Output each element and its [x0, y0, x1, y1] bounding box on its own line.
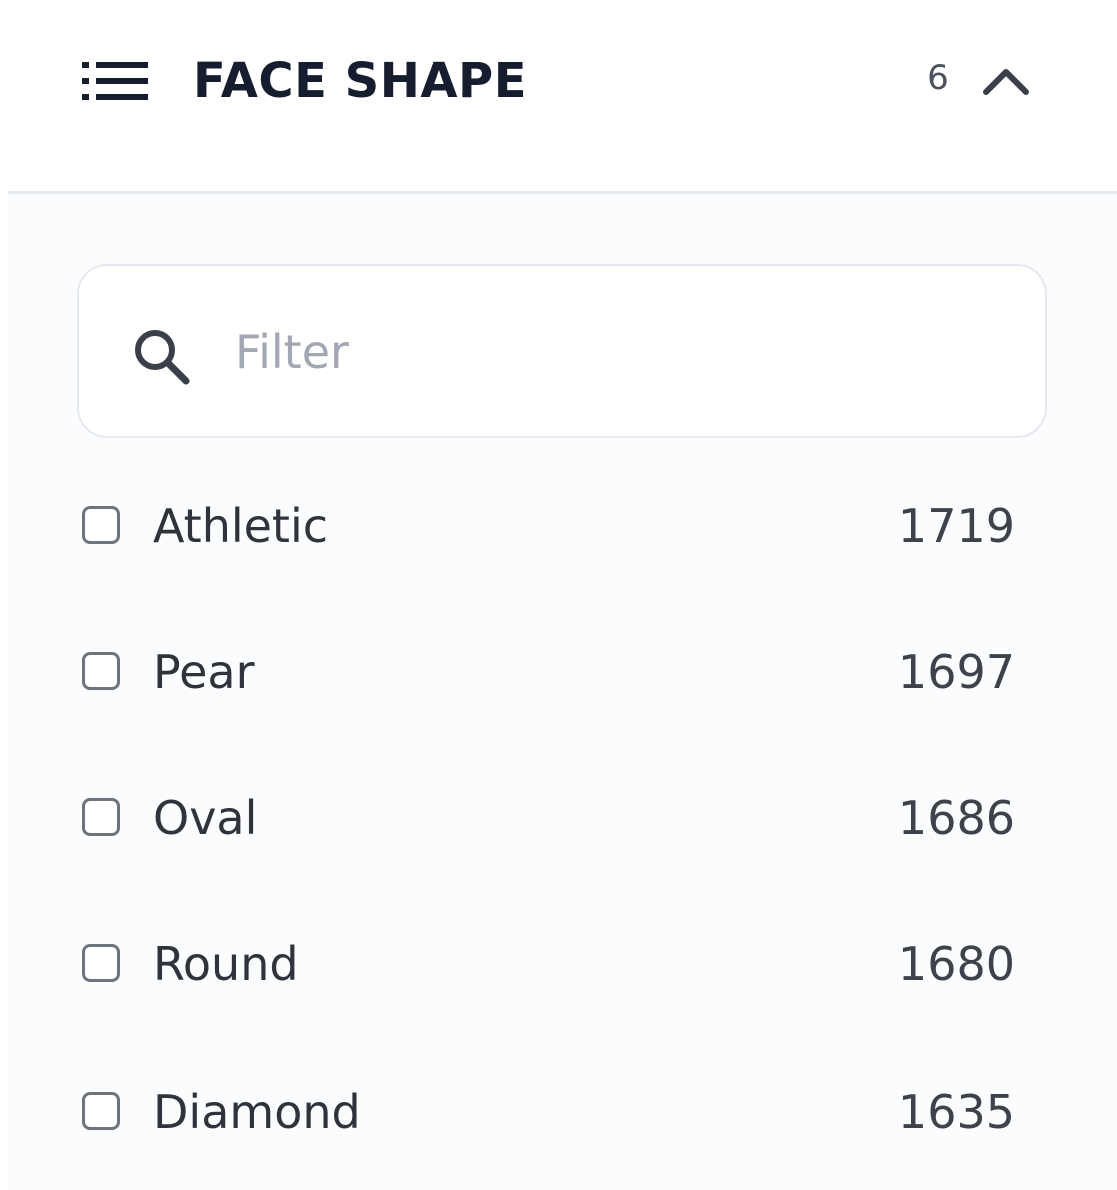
option-checkbox[interactable]: [82, 798, 120, 836]
option-checkbox[interactable]: [82, 944, 120, 982]
option-row[interactable]: Pear 1697: [80, 632, 1015, 712]
filter-input[interactable]: [235, 318, 995, 386]
option-label: Diamond: [153, 1085, 361, 1139]
option-checkbox[interactable]: [82, 506, 120, 544]
filter-field[interactable]: [77, 264, 1047, 438]
option-count: 1680: [897, 937, 1015, 991]
option-count: 1686: [897, 791, 1015, 845]
option-label: Oval: [153, 791, 258, 845]
search-icon: [135, 330, 190, 385]
chevron-up-icon[interactable]: [980, 62, 1032, 98]
option-row[interactable]: Diamond 1635: [80, 1072, 1015, 1152]
option-label: Pear: [153, 645, 255, 699]
option-checkbox[interactable]: [82, 652, 120, 690]
option-row[interactable]: Athletic 1719: [80, 486, 1015, 566]
facet-header[interactable]: FACE SHAPE 6: [0, 0, 1117, 190]
facet-title: FACE SHAPE: [193, 53, 528, 109]
option-label: Round: [153, 937, 299, 991]
option-count: 1719: [897, 499, 1015, 553]
option-count: 1697: [897, 645, 1015, 699]
option-row[interactable]: Oval 1686: [80, 778, 1015, 858]
option-count: 1635: [897, 1085, 1015, 1139]
option-checkbox[interactable]: [82, 1092, 120, 1130]
option-label: Athletic: [153, 499, 329, 553]
list-icon: [82, 62, 148, 100]
option-row[interactable]: Round 1680: [80, 924, 1015, 1004]
facet-option-count: 6: [927, 58, 949, 98]
